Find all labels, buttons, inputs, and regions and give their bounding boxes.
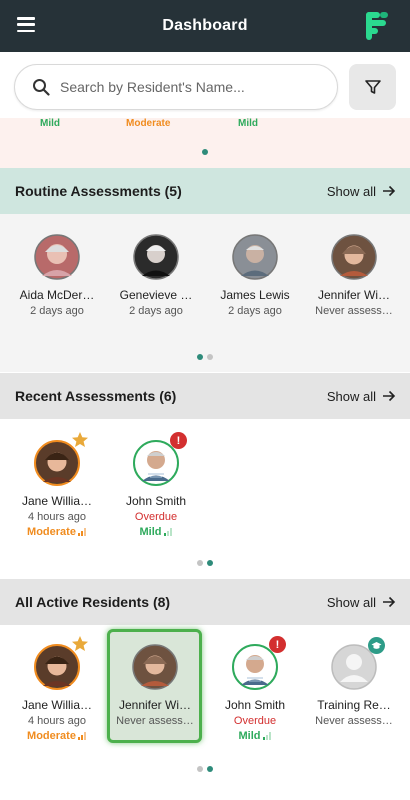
avatar — [232, 234, 278, 280]
resident-card[interactable]: Jennifer Wi… Never assess… — [312, 234, 396, 317]
resident-card-selected[interactable]: Jennifer Wi… Never assess… — [113, 644, 197, 727]
search-row — [0, 52, 410, 124]
search-bar[interactable] — [14, 64, 338, 110]
last-assessed: Never assess… — [315, 715, 393, 727]
severity-label: Mild — [238, 730, 261, 742]
arrow-right-icon — [383, 596, 396, 608]
signal-bars-icon — [77, 732, 86, 740]
signal-bars-icon — [77, 528, 86, 536]
avatar: ! — [232, 636, 286, 690]
last-assessed: 2 days ago — [228, 305, 282, 317]
last-assessed: 2 days ago — [30, 305, 84, 317]
alert-icon: ! — [269, 636, 286, 653]
severity-indicator: Moderate — [15, 730, 99, 742]
arrow-right-icon — [383, 390, 396, 402]
avatar — [133, 234, 179, 280]
graduation-cap-icon — [368, 637, 385, 654]
severity-label: Mild — [40, 118, 60, 129]
page-dot[interactable] — [207, 354, 213, 360]
top-app-bar: Dashboard — [0, 0, 410, 52]
resident-card[interactable]: Genevieve … 2 days ago — [114, 234, 198, 317]
status-overdue: Overdue — [233, 715, 277, 727]
filter-button[interactable] — [349, 64, 396, 110]
last-assessed: Never assess… — [116, 715, 194, 727]
pagination-dots — [195, 766, 215, 772]
avatar — [331, 234, 377, 280]
severity-indicator: Mild — [114, 526, 198, 538]
pagination-dots — [200, 149, 210, 155]
section-title: All Active Residents (8) — [15, 594, 171, 610]
resident-card[interactable]: Training Re… Never assess… — [312, 637, 396, 727]
signal-bars-icon — [163, 528, 172, 536]
resident-name: Aida McDer… — [19, 288, 95, 302]
severity-label: Moderate — [27, 730, 76, 742]
severity-label: Mild — [238, 118, 258, 129]
search-input[interactable] — [60, 79, 310, 95]
resident-card[interactable]: Jane Willia… 4 hours ago Moderate — [15, 432, 99, 538]
resident-name: John Smith — [125, 494, 187, 508]
severity-label: Moderate — [126, 118, 171, 129]
pagination-dots — [195, 354, 215, 360]
resident-name: Jane Willia… — [21, 698, 93, 712]
resident-name: Jennifer Wi… — [317, 288, 391, 302]
page-title: Dashboard — [162, 17, 248, 34]
menu-icon[interactable] — [17, 17, 35, 32]
last-assessed: 4 hours ago — [27, 511, 87, 523]
recent-assessments-header: Recent Assessments (6) Show all — [0, 373, 410, 419]
star-icon — [72, 636, 88, 651]
section-title: Recent Assessments (6) — [15, 388, 177, 404]
show-all-label: Show all — [326, 388, 376, 404]
section-title: Routine Assessments (5) — [15, 183, 182, 199]
page-dot[interactable] — [197, 766, 203, 772]
resident-name: Training Re… — [317, 698, 391, 712]
page-dot-active[interactable] — [207, 766, 213, 772]
show-all-routine-button[interactable]: Show all — [327, 184, 396, 199]
avatar — [331, 637, 385, 690]
page-dot-active[interactable] — [197, 354, 203, 360]
last-assessed: 2 days ago — [129, 305, 183, 317]
resident-name: Jane Willia… — [21, 494, 93, 508]
avatar: ! — [133, 432, 187, 486]
alert-carousel: Mild Moderate Mild — [0, 118, 410, 168]
severity-label: Mild — [139, 526, 162, 538]
avatar — [34, 636, 88, 690]
resident-name: John Smith — [224, 698, 286, 712]
routine-assessments-header: Routine Assessments (5) Show all — [0, 168, 410, 214]
last-assessed: Never assess… — [315, 305, 393, 317]
signal-bars-icon — [262, 732, 271, 740]
resident-name: Jennifer Wi… — [118, 698, 192, 712]
resident-card[interactable]: ! John Smith Overdue Mild — [213, 636, 297, 742]
show-all-active-button[interactable]: Show all — [327, 595, 396, 610]
brand-logo — [366, 12, 388, 40]
resident-card[interactable]: Aida McDer… 2 days ago — [15, 234, 99, 317]
star-icon — [72, 432, 88, 447]
page-dot-active[interactable] — [207, 560, 213, 566]
show-all-label: Show all — [326, 594, 376, 610]
last-assessed: 4 hours ago — [27, 715, 87, 727]
page-dot-active[interactable] — [202, 149, 208, 155]
status-overdue: Overdue — [134, 511, 178, 523]
resident-card[interactable]: ! John Smith Overdue Mild — [114, 432, 198, 538]
resident-card[interactable]: Jane Willia… 4 hours ago Moderate — [15, 636, 99, 742]
search-icon — [33, 79, 50, 96]
avatar — [132, 644, 178, 690]
resident-name: Genevieve … — [119, 288, 193, 302]
active-residents-header: All Active Residents (8) Show all — [0, 579, 410, 625]
show-all-recent-button[interactable]: Show all — [327, 389, 396, 404]
avatar — [34, 432, 88, 486]
page-dot[interactable] — [197, 560, 203, 566]
severity-indicator: Mild — [213, 730, 297, 742]
pagination-dots — [195, 560, 215, 566]
filter-icon — [364, 80, 381, 94]
severity-label: Moderate — [27, 526, 76, 538]
arrow-right-icon — [383, 185, 396, 197]
show-all-label: Show all — [326, 183, 376, 199]
alert-icon: ! — [170, 432, 187, 449]
severity-indicator: Moderate — [15, 526, 99, 538]
resident-name: James Lewis — [220, 288, 290, 302]
avatar — [34, 234, 80, 280]
resident-card[interactable]: James Lewis 2 days ago — [213, 234, 297, 317]
